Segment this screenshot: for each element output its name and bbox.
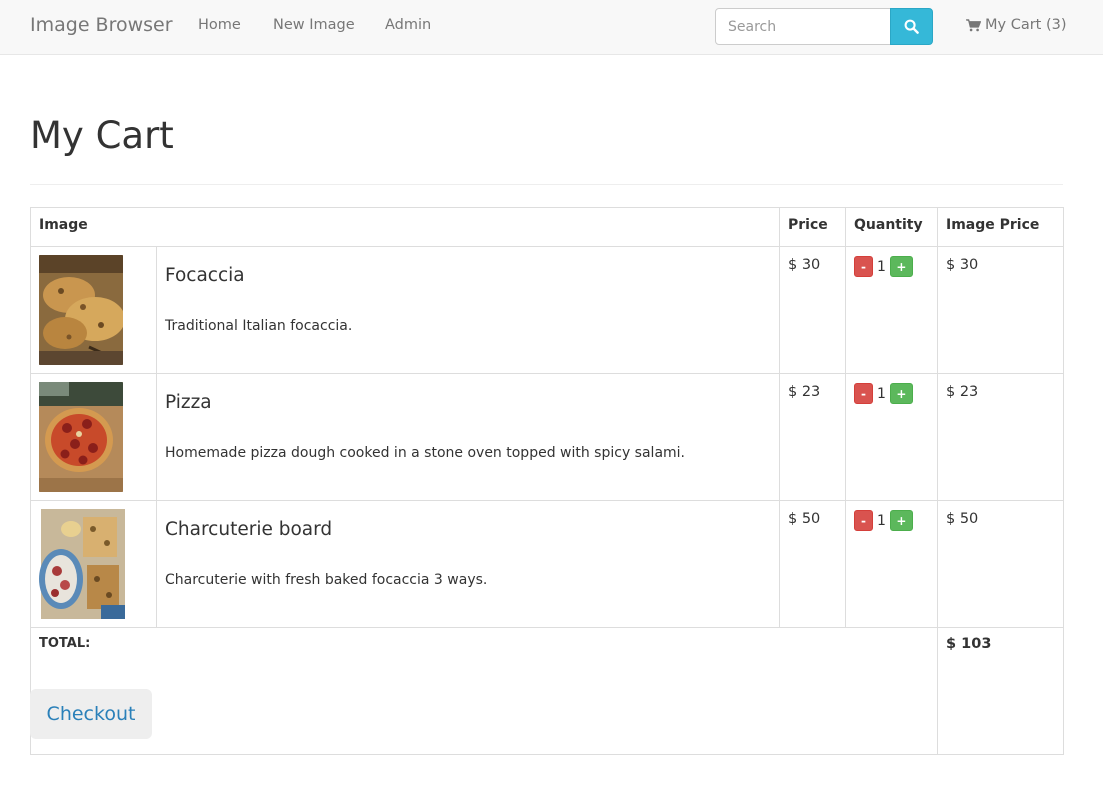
quantity-value: 1 [877,258,886,275]
item-name: Pizza [165,392,212,413]
increase-quantity-button[interactable]: + [889,383,913,404]
navbar: Image Browser Home New Image Admin My Ca… [0,0,1103,55]
total-row: TOTAL: $ 103 [30,627,1064,755]
item-description: Charcuterie with fresh baked focaccia 3 … [165,572,488,588]
image-cell [30,373,157,501]
image-price-cell: $ 30 [937,246,1064,374]
total-label: TOTAL: [30,627,938,755]
pizza-thumbnail[interactable] [39,382,123,492]
image-cell [30,500,157,628]
header-quantity: Quantity [845,207,938,247]
description-cell: Focaccia Traditional Italian focaccia. [156,246,780,374]
title-divider [30,184,1063,185]
my-cart-label: My Cart (3) [985,17,1067,33]
page-title: My Cart [30,114,174,157]
quantity-value: 1 [877,385,886,402]
quantity-cell: - 1 + [845,246,938,374]
header-price: Price [779,207,846,247]
quantity-cell: - 1 + [845,500,938,628]
image-price-cell: $ 50 [937,500,1064,628]
increase-quantity-button[interactable]: + [889,256,913,277]
table-header-row: Image Price Quantity Image Price [30,207,1064,247]
checkout-button[interactable]: Checkout [30,689,152,739]
brand-link[interactable]: Image Browser [30,14,173,36]
table-row: Focaccia Traditional Italian focaccia. $… [30,246,1064,374]
item-name: Charcuterie board [165,519,333,540]
cart-table: Image Price Quantity Image Price Focacci… [30,207,1064,755]
search-icon [904,19,919,34]
price-cell: $ 30 [779,246,846,374]
description-cell: Charcuterie board Charcuterie with fresh… [156,500,780,628]
quantity-stepper: - 1 + [854,383,929,404]
description-cell: Pizza Homemade pizza dough cooked in a s… [156,373,780,501]
search-button[interactable] [890,8,933,45]
image-price-cell: $ 23 [937,373,1064,501]
header-image: Image [30,207,780,247]
price-cell: $ 50 [779,500,846,628]
header-image-price: Image Price [937,207,1064,247]
table-row: Pizza Homemade pizza dough cooked in a s… [30,373,1064,501]
price-cell: $ 23 [779,373,846,501]
nav-new-image-link[interactable]: New Image [273,17,355,33]
quantity-stepper: - 1 + [854,256,929,277]
increase-quantity-button[interactable]: + [889,510,913,531]
search-form [715,8,933,46]
nav-home-link[interactable]: Home [198,17,241,33]
focaccia-thumbnail[interactable] [39,255,123,365]
charcuterie-thumbnail[interactable] [39,509,127,619]
item-name: Focaccia [165,265,245,286]
search-input[interactable] [715,8,891,45]
quantity-value: 1 [877,512,886,529]
my-cart-link[interactable]: My Cart (3) [966,17,1067,33]
decrease-quantity-button[interactable]: - [854,256,873,277]
decrease-quantity-button[interactable]: - [854,510,873,531]
shopping-cart-icon [966,18,981,31]
table-row: Charcuterie board Charcuterie with fresh… [30,500,1064,628]
item-description: Traditional Italian focaccia. [165,318,353,334]
item-description: Homemade pizza dough cooked in a stone o… [165,445,686,461]
quantity-cell: - 1 + [845,373,938,501]
image-cell [30,246,157,374]
total-value: $ 103 [937,627,1064,755]
nav-admin-link[interactable]: Admin [385,17,431,33]
decrease-quantity-button[interactable]: - [854,383,873,404]
quantity-stepper: - 1 + [854,510,929,531]
